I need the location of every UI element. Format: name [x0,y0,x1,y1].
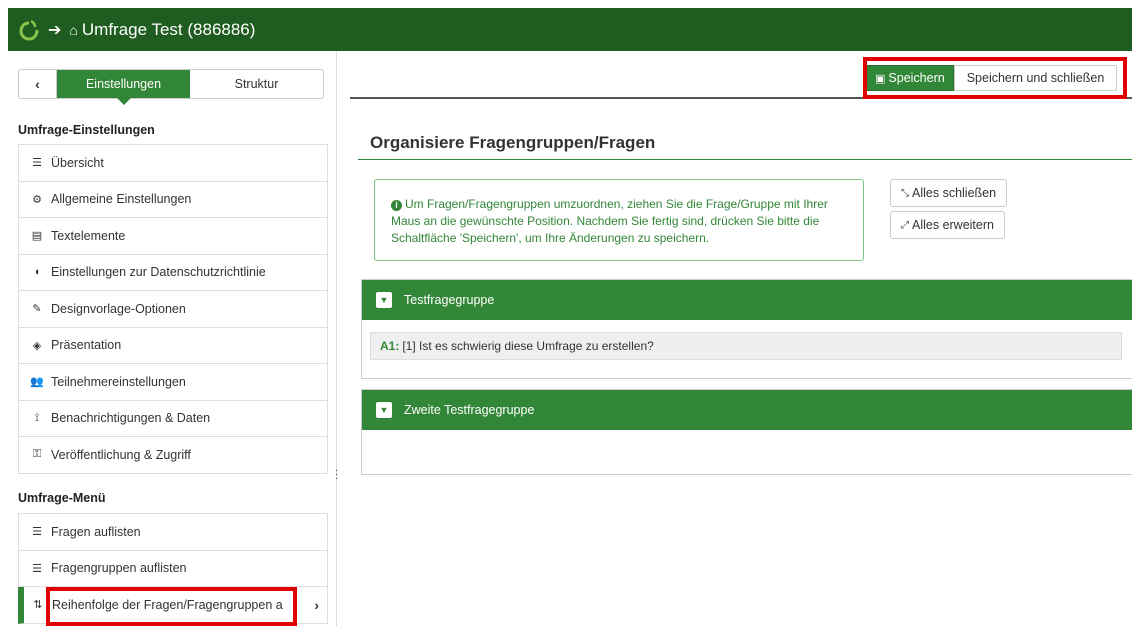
sidebar-item-label: Teilnehmereinstellungen [51,374,186,389]
sidebar-item-general-settings[interactable]: ⚙ Allgemeine Einstellungen [18,181,328,218]
sidebar-item-publication-access[interactable]: ⚿ Veröffentlichung & Zugriff [18,437,328,474]
sidebar-item-privacy-policy[interactable]: ◖ Einstellungen zur Datenschutzrichtlini… [18,254,328,291]
question-group-header[interactable]: ▼ Testfragegruppe [362,280,1132,320]
sidebar-item-list-question-groups[interactable]: ☰ Fragengruppen auflisten [18,550,328,587]
question-group-name: Zweite Testfragegruppe [404,403,535,417]
save-button[interactable]: ▣ Speichern [866,65,954,91]
sidebar-item-participant-settings[interactable]: 👥 Teilnehmereinstellungen [18,364,328,401]
sidebar-item-theme-options[interactable]: ✎ Designvorlage-Optionen [18,291,328,328]
sidebar-resize-handle[interactable]: · · · [335,51,344,626]
shield-icon: ◖ [33,266,41,279]
title-divider [358,159,1132,160]
arrow-right-icon[interactable]: ➔ [48,20,61,40]
chevron-right-icon: › [314,596,319,613]
home-icon[interactable]: ⌂ [69,22,77,38]
sidebar-item-label: Präsentation [51,338,122,353]
sidebar-collapse-button[interactable]: ‹ [19,70,57,98]
settings-section-title: Umfrage-Einstellungen [18,123,155,137]
sidebar-item-reorder[interactable]: ⇅ Reihenfolge der Fragen/Fragengruppen a… [18,587,328,624]
key-icon: ⚿ [32,448,42,461]
file-text-icon: ▤ [31,230,43,243]
tab-settings[interactable]: Einstellungen [57,70,190,105]
top-bar: ➔ ⌂ Umfrage Test (886886) [8,8,1132,51]
sidebar-item-label: Reihenfolge der Fragen/Fragengruppen a [52,597,283,612]
save-button-label: Speichern [888,71,945,85]
sidebar-item-notifications-data[interactable]: ⟟ Benachrichtigungen & Daten [18,400,328,437]
sidebar-item-label: Veröffentlichung & Zugriff [51,447,191,462]
settings-menu: ☰ Übersicht ⚙ Allgemeine Einstellungen ▤… [18,144,328,474]
list-icon: ☰ [32,562,42,575]
info-circle-icon: i [391,200,402,211]
sidebar-item-label: Fragen auflisten [51,524,141,539]
question-group[interactable]: ▼ Testfragegruppe A1: [1] Ist es schwier… [361,279,1132,379]
collapse-all-button[interactable]: ⤡ Alles schließen [890,179,1008,207]
info-alert: i Um Fragen/Fragengruppen umzuordnen, zie… [374,179,864,261]
page-title: Organisiere Fragengruppen/Fragen [370,133,656,152]
toolbar-divider [350,97,1132,99]
survey-menu-section-title: Umfrage-Menü [18,491,106,505]
survey-menu: ☰ Fragen auflisten ☰ Fragengruppen aufli… [18,513,328,624]
save-and-close-button[interactable]: Speichern und schließen [953,65,1118,91]
rss-icon: ⟟ [34,411,40,424]
list-icon: ☰ [32,157,42,170]
expand-icon: ⤢ [901,219,909,231]
sidebar-item-label: Einstellungen zur Datenschutzrichtlinie [51,265,266,280]
question-text: [1] Ist es schwierig diese Umfrage zu er… [402,339,654,353]
users-icon: 👥 [30,376,44,389]
sidebar-item-list-questions[interactable]: ☰ Fragen auflisten [18,514,328,551]
main-content: ▣ Speichern Speichern und schließen Orga… [344,51,1132,626]
question-group[interactable]: ▼ Zweite Testfragegruppe [361,389,1132,475]
tab-structure[interactable]: Struktur [190,70,323,98]
sidebar-item-text-elements[interactable]: ▤ Textelemente [18,218,328,255]
question-group-name: Testfragegruppe [404,293,495,307]
caret-down-icon[interactable]: ▼ [376,402,392,418]
sidebar-item-label: Übersicht [51,155,104,170]
sort-icon: ⇅ [33,599,43,612]
cogs-icon: ⚙ [32,193,42,206]
sidebar-item-label: Textelemente [51,228,126,243]
info-text: Um Fragen/Fragengruppen umzuordnen, zieh… [391,197,828,245]
sidebar-item-label: Benachrichtigungen & Daten [51,411,211,426]
list-icon: ☰ [32,526,42,539]
question-item[interactable]: A1: [1] Ist es schwierig diese Umfrage z… [370,332,1122,360]
sidebar-tabs: ‹ Einstellungen Struktur [18,69,324,105]
sidebar-item-label: Fragengruppen auflisten [51,561,187,576]
question-code: A1: [380,339,400,353]
eye-slash-icon: ◈ [32,339,42,352]
paint-brush-icon: ✎ [32,303,42,316]
sidebar-item-overview[interactable]: ☰ Übersicht [18,145,328,182]
sidebar-item-presentation[interactable]: ◈ Präsentation [18,327,328,364]
expand-all-button[interactable]: ⤢ Alles erweitern [890,211,1005,239]
limesurvey-logo-icon[interactable] [18,19,40,41]
floppy-disk-icon: ▣ [875,72,886,85]
sidebar: ‹ Einstellungen Struktur Umfrage-Einstel… [8,51,336,626]
compress-icon: ⤡ [901,187,909,199]
collapse-all-label: Alles schließen [912,186,997,200]
caret-down-icon[interactable]: ▼ [376,292,392,308]
sidebar-item-label: Allgemeine Einstellungen [51,192,192,207]
expand-all-label: Alles erweitern [912,218,994,232]
question-group-header[interactable]: ▼ Zweite Testfragegruppe [362,390,1132,430]
sidebar-item-label: Designvorlage-Optionen [51,301,186,316]
survey-title[interactable]: Umfrage Test (886886) [82,20,256,40]
save-button-group: ▣ Speichern Speichern und schließen [866,65,1118,91]
grip-icon: · · · [335,465,339,484]
